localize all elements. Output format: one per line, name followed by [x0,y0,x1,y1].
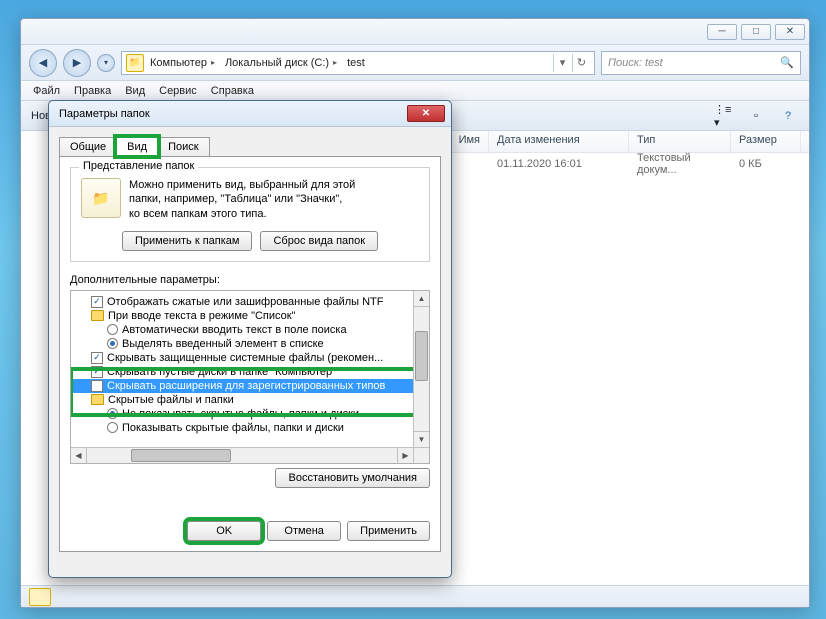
explorer-titlebar: ─ □ ✕ [21,19,809,45]
scrollbar-horizontal[interactable]: ◀ ▶ [71,447,413,463]
breadcrumb-item[interactable]: test [343,57,373,69]
breadcrumb[interactable]: 📁 Компьютер Локальный диск (C:) test ▾↻ [121,51,595,75]
breadcrumb-dropdown[interactable]: ▾ [553,54,571,72]
apply-button[interactable]: Применить [347,521,430,541]
radio-icon[interactable] [107,324,118,335]
dialog-title: Параметры папок [59,108,150,120]
checkbox-icon[interactable]: ✓ [91,296,103,308]
scroll-right-icon[interactable]: ▶ [397,448,413,463]
breadcrumb-item[interactable]: Компьютер [146,57,219,69]
dialog-close-button[interactable]: ✕ [407,105,445,122]
maximize-button[interactable]: □ [741,24,771,40]
dialog-footer: OK Отмена Применить [70,521,430,541]
scroll-up-icon[interactable]: ▲ [414,291,429,307]
tab-panel-view: Представление папок 📁 Можно применить ви… [59,156,441,552]
folder-icon: 📁 [126,54,144,72]
help-button[interactable]: ? [777,106,799,126]
tree-item[interactable]: При вводе текста в режиме "Список" [73,309,427,323]
close-button[interactable]: ✕ [775,24,805,40]
cell-size: 0 КБ [731,158,801,170]
folder-icon [91,310,104,321]
menu-help[interactable]: Справка [211,85,254,97]
tree-item[interactable]: Скрытые файлы и папки [73,393,427,407]
ok-button[interactable]: OK [187,521,261,541]
history-dropdown[interactable]: ▾ [97,54,115,72]
view-options-button[interactable]: ⋮≡ ▾ [713,106,735,126]
scroll-thumb[interactable] [415,331,428,381]
tree-item[interactable]: Автоматически вводить текст в поле поиск… [73,323,427,337]
cell-type: Текстовый докум... [629,152,731,176]
tree-item[interactable]: Выделять введенный элемент в списке [73,337,427,351]
menu-tools[interactable]: Сервис [159,85,197,97]
radio-icon[interactable] [107,408,118,419]
advanced-settings-label: Дополнительные параметры: [70,274,430,286]
checkbox-icon[interactable] [91,380,103,392]
menubar: Файл Правка Вид Сервис Справка [21,81,809,101]
folder-views-group: Представление папок 📁 Можно применить ви… [70,167,430,262]
radio-icon[interactable] [107,338,118,349]
radio-icon[interactable] [107,422,118,433]
forward-button[interactable]: ▶ [63,49,91,77]
menu-file[interactable]: Файл [33,85,60,97]
preview-pane-button[interactable]: ▫ [745,106,767,126]
reset-folders-button[interactable]: Сброс вида папок [260,231,378,251]
breadcrumb-item[interactable]: Локальный диск (C:) [221,57,341,69]
advanced-settings-tree[interactable]: ✓Отображать сжатые или зашифрованные фай… [70,290,430,464]
checkbox-icon[interactable]: ✓ [91,366,103,378]
tree-item[interactable]: ✓Отображать сжатые или зашифрованные фай… [73,295,427,309]
scroll-down-icon[interactable]: ▼ [414,431,429,447]
restore-defaults-button[interactable]: Восстановить умолчания [275,468,430,488]
tree-item[interactable]: ✓Скрывать защищенные системные файлы (ре… [73,351,427,365]
tab-view[interactable]: Вид [116,137,158,156]
col-size[interactable]: Размер [731,131,801,152]
dialog-titlebar: Параметры папок ✕ [49,101,451,127]
folder-icon [91,394,104,405]
menu-view[interactable]: Вид [125,85,145,97]
scroll-left-icon[interactable]: ◀ [71,448,87,463]
tree-item[interactable]: Не показывать скрытые файлы, папки и дис… [73,407,427,421]
folder-views-icon: 📁 [81,178,121,218]
cell-date: 01.11.2020 16:01 [489,158,629,170]
col-type[interactable]: Тип [629,131,731,152]
group-title: Представление папок [79,160,198,172]
col-date[interactable]: Дата изменения [489,131,629,152]
statusbar [21,585,809,607]
folder-icon [29,588,51,606]
minimize-button[interactable]: ─ [707,24,737,40]
tab-search[interactable]: Поиск [157,137,209,156]
tree-item[interactable]: ✓Скрывать пустые диски в папке "Компьюте… [73,365,427,379]
refresh-button[interactable]: ↻ [572,54,590,72]
folder-views-description: Можно применить вид, выбранный для этой … [129,178,355,221]
search-placeholder: Поиск: test [608,57,663,69]
menu-edit[interactable]: Правка [74,85,111,97]
checkbox-icon[interactable]: ✓ [91,352,103,364]
back-button[interactable]: ◀ [29,49,57,77]
search-input[interactable]: Поиск: test 🔍 [601,51,801,75]
folder-options-dialog: Параметры папок ✕ Общие Вид Поиск Предст… [48,100,452,578]
scroll-corner [413,447,429,463]
cancel-button[interactable]: Отмена [267,521,341,541]
tab-general[interactable]: Общие [59,137,117,156]
search-icon: 🔍 [780,56,794,69]
apply-to-folders-button[interactable]: Применить к папкам [122,231,253,251]
scrollbar-vertical[interactable]: ▲ ▼ [413,291,429,447]
scroll-thumb[interactable] [131,449,231,462]
dialog-body: Общие Вид Поиск Представление папок 📁 Мо… [49,127,451,560]
tree-item[interactable]: Показывать скрытые файлы, папки и диски [73,421,427,435]
tree-item-hide-extensions[interactable]: Скрывать расширения для зарегистрированн… [73,379,427,393]
address-bar: ◀ ▶ ▾ 📁 Компьютер Локальный диск (C:) te… [21,45,809,81]
tab-strip: Общие Вид Поиск [59,137,441,156]
